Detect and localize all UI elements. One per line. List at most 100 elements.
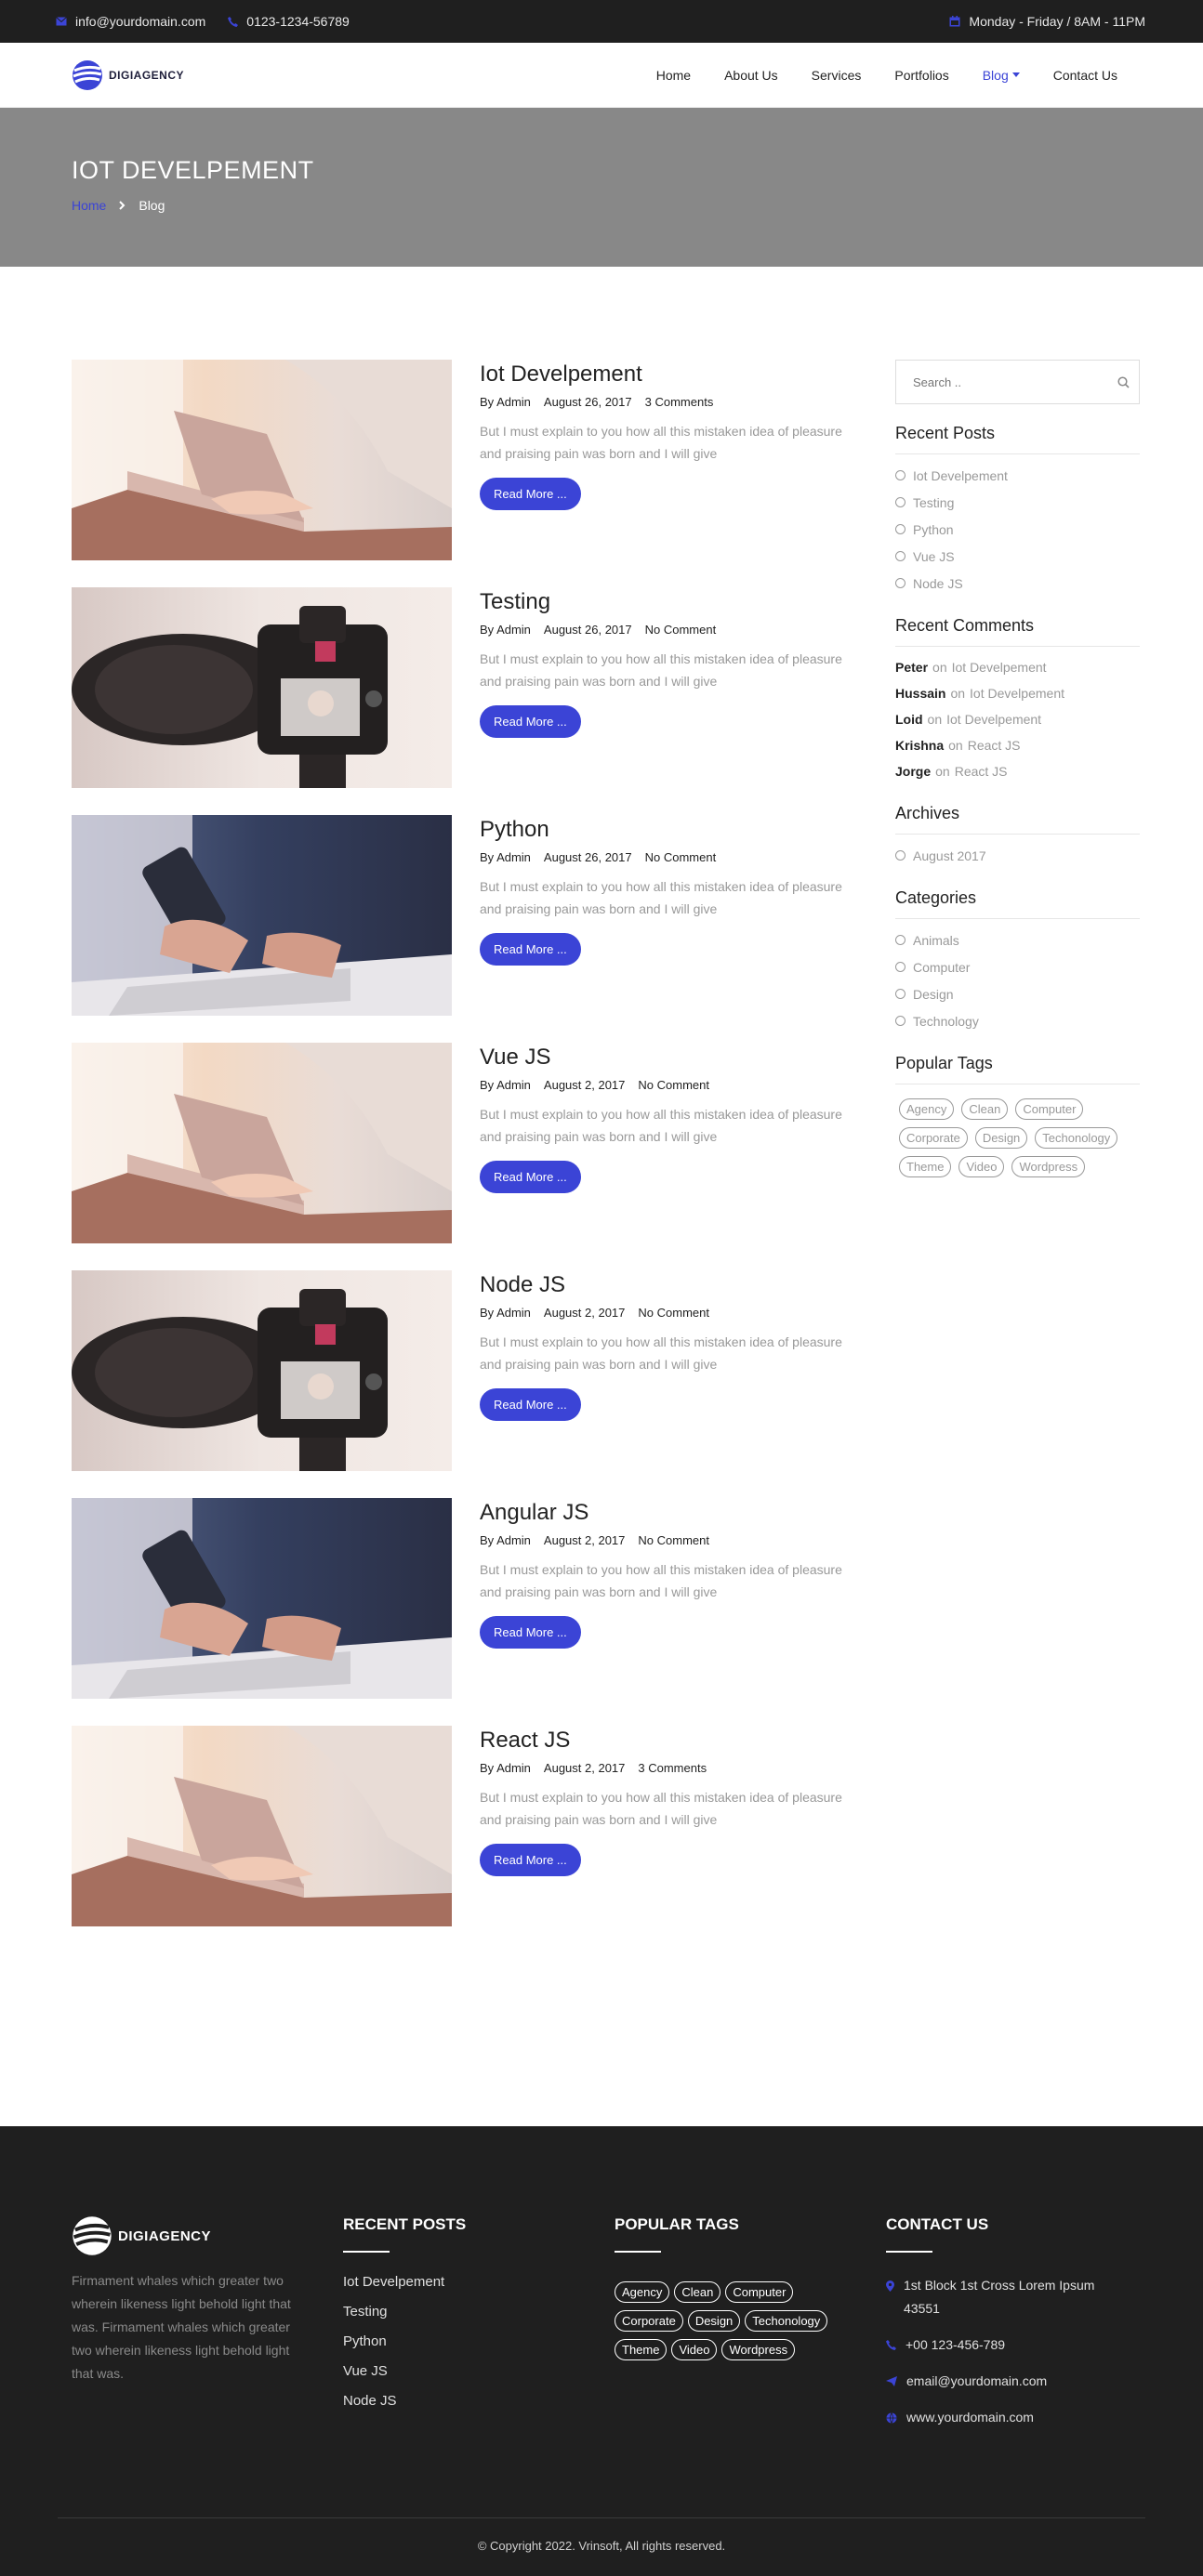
post-image[interactable]	[72, 1498, 452, 1699]
post-image[interactable]	[72, 815, 452, 1016]
footer-recent-item[interactable]: Testing	[343, 2304, 615, 2333]
recent-post-item[interactable]: Vue JS	[895, 543, 1140, 570]
comment-author[interactable]: Krishna	[895, 738, 944, 753]
post-body: Node JS By Admin August 2, 2017 No Comment B…	[480, 1270, 860, 1498]
nav-contact-us[interactable]: Contact Us	[1053, 68, 1117, 83]
footer-tag-chip[interactable]: Clean	[674, 2281, 721, 2303]
post-title[interactable]: Iot Develpement	[480, 361, 860, 388]
category-item[interactable]: Computer	[895, 953, 1140, 980]
search-icon[interactable]	[1117, 375, 1130, 388]
nav-blog[interactable]: Blog	[983, 68, 1020, 83]
footer-email[interactable]: email@yourdomain.com	[886, 2370, 1157, 2393]
circle-bullet-icon	[895, 989, 906, 999]
post-image[interactable]	[72, 587, 452, 788]
footer-recent-item[interactable]: Node JS	[343, 2393, 615, 2423]
circle-bullet-icon	[895, 551, 906, 561]
post-comments[interactable]: No Comment	[645, 850, 717, 864]
post-title[interactable]: Vue JS	[480, 1045, 860, 1071]
footer-website[interactable]: www.yourdomain.com	[886, 2406, 1157, 2429]
comment-author[interactable]: Jorge	[895, 764, 931, 779]
footer-tag-chip[interactable]: Design	[687, 2310, 741, 2332]
post-title[interactable]: Node JS	[480, 1272, 860, 1298]
comment-post-link[interactable]: React JS	[968, 738, 1021, 753]
footer-tag-chip[interactable]: Agency	[615, 2281, 670, 2303]
recent-post-item[interactable]: Iot Develpement	[895, 462, 1140, 489]
breadcrumb-home[interactable]: Home	[72, 198, 106, 213]
footer-recent-item[interactable]: Iot Develpement	[343, 2274, 615, 2304]
read-more-button[interactable]: Read More ...	[480, 478, 581, 510]
category-item[interactable]: Design	[895, 980, 1140, 1007]
comment-post-link[interactable]: Iot Develpement	[952, 660, 1047, 675]
post-comments[interactable]: No Comment	[638, 1078, 709, 1092]
read-more-button[interactable]: Read More ...	[480, 1616, 581, 1649]
post-image[interactable]	[72, 1726, 452, 1926]
tag-chip[interactable]: Design	[974, 1127, 1028, 1149]
tag-chip[interactable]: Corporate	[899, 1127, 968, 1149]
comment-post-link[interactable]: Iot Develpement	[970, 686, 1064, 701]
footer-tag-chip[interactable]: Wordpress	[721, 2339, 796, 2360]
post-title[interactable]: Angular JS	[480, 1500, 860, 1526]
post-author[interactable]: By Admin	[480, 1078, 531, 1092]
recent-post-item[interactable]: Node JS	[895, 570, 1140, 597]
comment-post-link[interactable]: React JS	[955, 764, 1008, 779]
recent-post-item[interactable]: Testing	[895, 489, 1140, 516]
footer-tag-chip[interactable]: Computer	[725, 2281, 794, 2303]
archive-item[interactable]: August 2017	[895, 842, 1140, 869]
post-image[interactable]	[72, 360, 452, 560]
logo[interactable]: DIGIAGENCY	[72, 59, 184, 91]
tag-chip[interactable]: Techonology	[1035, 1127, 1118, 1149]
footer-recent-item[interactable]: Python	[343, 2333, 615, 2363]
nav-home[interactable]: Home	[656, 68, 691, 83]
read-more-button[interactable]: Read More ...	[480, 1161, 581, 1193]
search-input[interactable]	[913, 375, 1099, 389]
recent-post-item[interactable]: Python	[895, 516, 1140, 543]
tag-chip[interactable]: Theme	[899, 1156, 952, 1177]
post-title[interactable]: Python	[480, 817, 860, 843]
footer-tag-chip[interactable]: Corporate	[615, 2310, 683, 2332]
post-title[interactable]: Testing	[480, 589, 860, 615]
post-comments[interactable]: No Comment	[638, 1306, 709, 1320]
post-image[interactable]	[72, 1270, 452, 1471]
post-comments[interactable]: 3 Comments	[638, 1761, 707, 1775]
topbar-email[interactable]: info@yourdomain.com	[56, 14, 205, 29]
recent-post-item-label: Vue JS	[913, 548, 955, 564]
comment-author[interactable]: Peter	[895, 660, 928, 675]
post-comments[interactable]: No Comment	[638, 1533, 709, 1547]
logo-text: DIGIAGENCY	[109, 68, 185, 82]
tag-chip[interactable]: Computer	[1015, 1098, 1084, 1120]
post-title[interactable]: React JS	[480, 1728, 860, 1754]
comment-author[interactable]: Loid	[895, 712, 923, 727]
footer-phone[interactable]: +00 123-456-789	[886, 2333, 1157, 2357]
category-item[interactable]: Animals	[895, 927, 1140, 953]
read-more-button[interactable]: Read More ...	[480, 933, 581, 966]
tag-chip[interactable]: Wordpress	[1011, 1156, 1086, 1177]
read-more-button[interactable]: Read More ...	[480, 1844, 581, 1876]
read-more-button[interactable]: Read More ...	[480, 705, 581, 738]
footer-tag-chip[interactable]: Video	[671, 2339, 718, 2360]
tag-chip[interactable]: Clean	[961, 1098, 1009, 1120]
nav-about-us[interactable]: About Us	[724, 68, 778, 83]
read-more-button[interactable]: Read More ...	[480, 1388, 581, 1421]
footer-recent-item[interactable]: Vue JS	[343, 2363, 615, 2393]
post-author[interactable]: By Admin	[480, 1533, 531, 1547]
nav-services[interactable]: Services	[812, 68, 862, 83]
post-author[interactable]: By Admin	[480, 623, 531, 637]
post-comments[interactable]: 3 Comments	[645, 395, 714, 409]
post-image[interactable]	[72, 1043, 452, 1243]
post-meta: By Admin August 26, 2017 No Comment	[480, 850, 860, 864]
topbar-phone[interactable]: 0123-1234-56789	[228, 14, 350, 29]
tag-chip[interactable]: Agency	[899, 1098, 955, 1120]
post-author[interactable]: By Admin	[480, 1761, 531, 1775]
tag-chip[interactable]: Video	[958, 1156, 1005, 1177]
nav-portfolios[interactable]: Portfolios	[894, 68, 948, 83]
post-author[interactable]: By Admin	[480, 395, 531, 409]
post-author[interactable]: By Admin	[480, 850, 531, 864]
category-item[interactable]: Technology	[895, 1007, 1140, 1034]
post-author[interactable]: By Admin	[480, 1306, 531, 1320]
comment-author[interactable]: Hussain	[895, 686, 945, 701]
footer-logo[interactable]: DIGIAGENCY	[72, 2215, 343, 2256]
footer-tag-chip[interactable]: Techonology	[745, 2310, 828, 2332]
footer-tag-chip[interactable]: Theme	[615, 2339, 668, 2360]
comment-post-link[interactable]: Iot Develpement	[946, 712, 1041, 727]
post-comments[interactable]: No Comment	[645, 623, 717, 637]
